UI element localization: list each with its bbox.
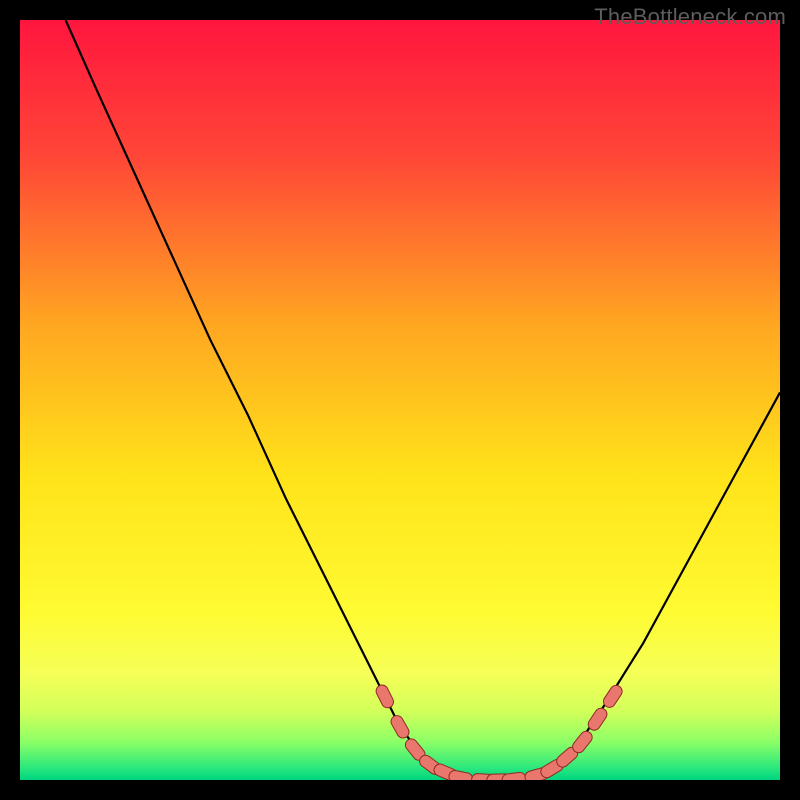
chart-svg xyxy=(20,20,780,780)
gradient-background xyxy=(20,20,780,780)
plot-area xyxy=(20,20,780,780)
watermark-text: TheBottleneck.com xyxy=(594,4,786,30)
chart-frame: TheBottleneck.com xyxy=(0,0,800,800)
